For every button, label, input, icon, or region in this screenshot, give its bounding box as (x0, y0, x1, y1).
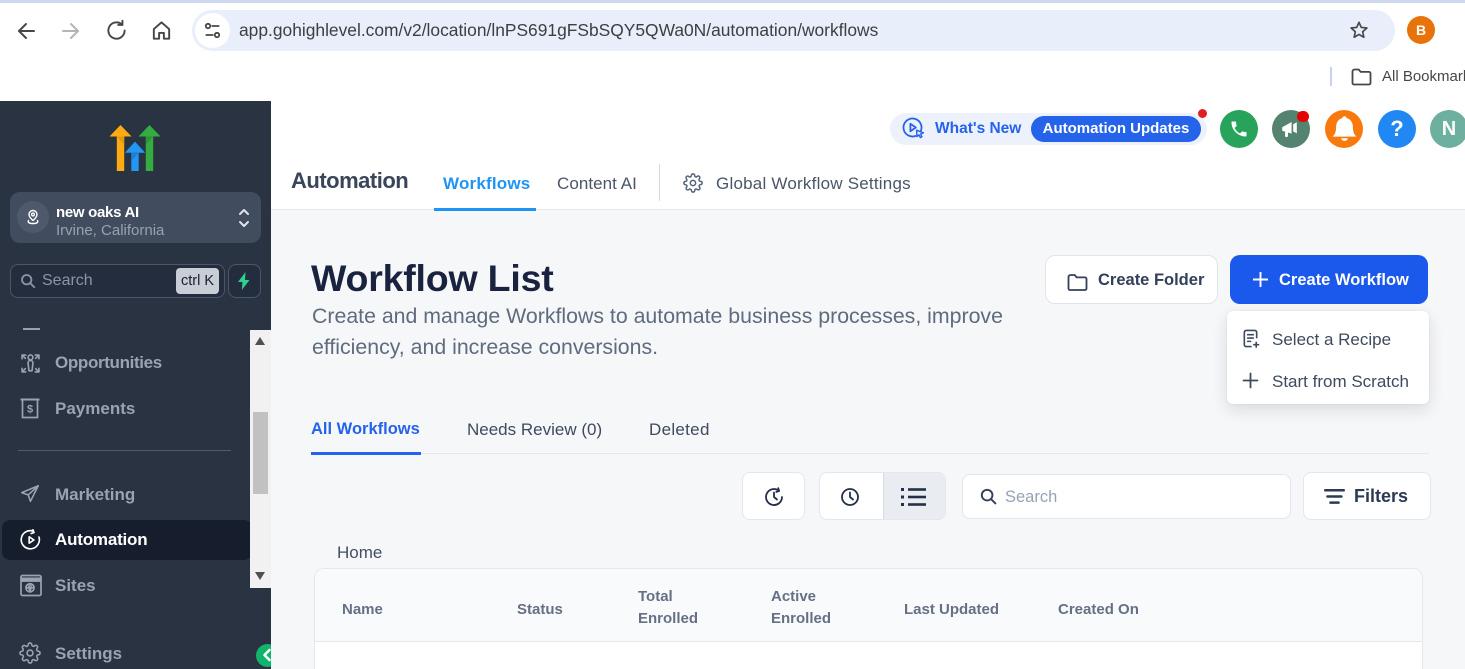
svg-text:$: $ (27, 404, 33, 416)
